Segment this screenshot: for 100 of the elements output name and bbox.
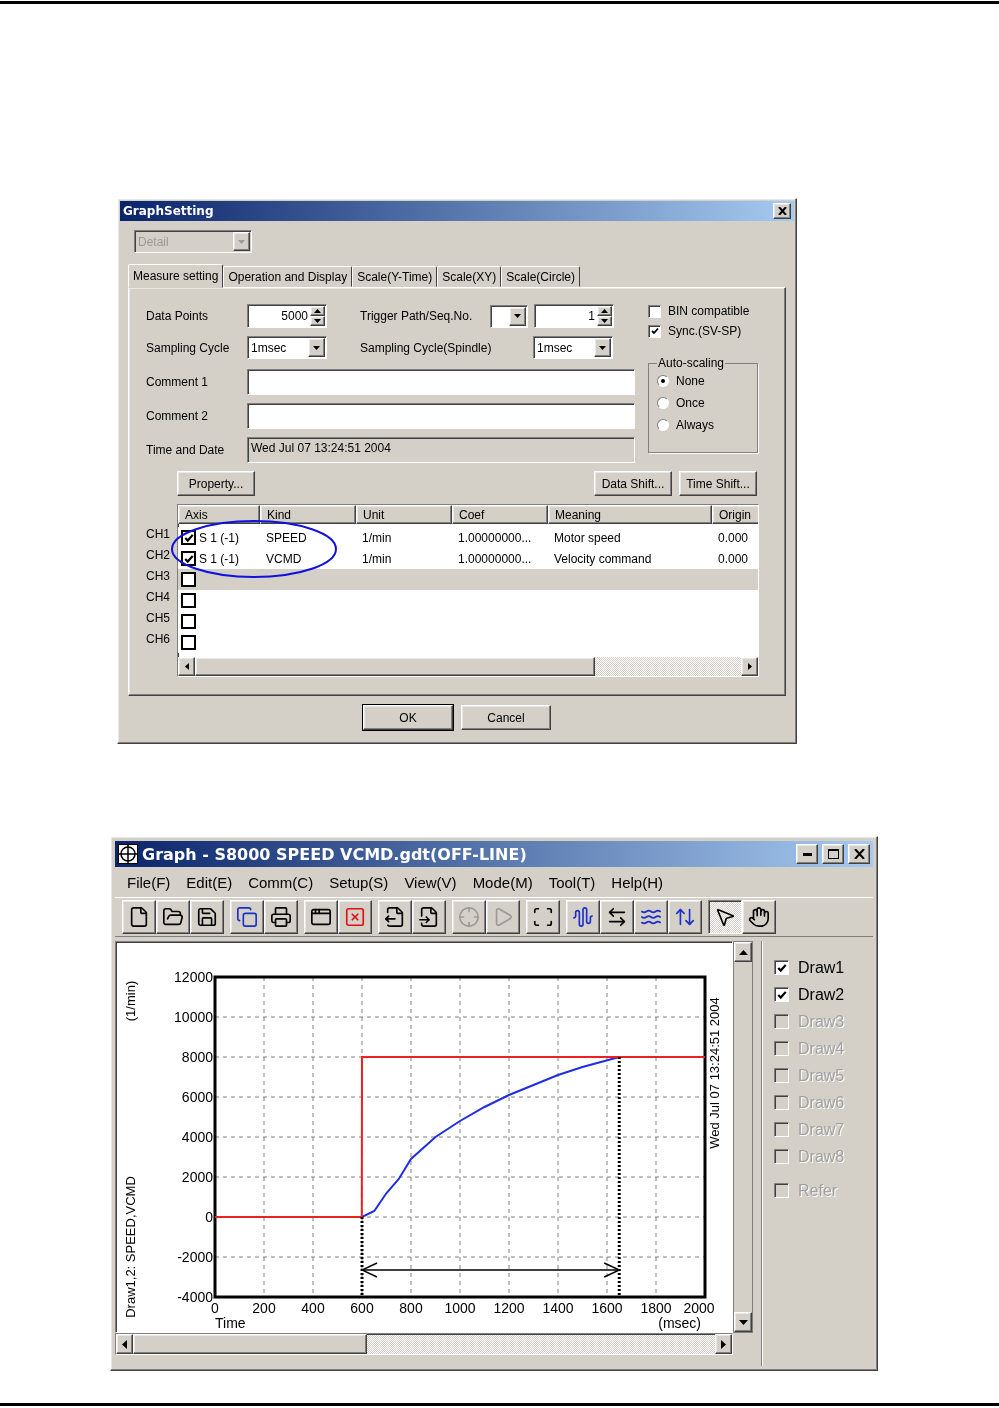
field-label: Sampling Cycle(Spindle) xyxy=(360,340,493,355)
window-title: Graph - S8000 SPEED VCMD.gdt(OFF-LINE) xyxy=(142,844,528,864)
down-arrow-icon xyxy=(599,345,606,350)
channel-label: CH1 xyxy=(146,525,171,543)
minimize-button[interactable] xyxy=(796,844,818,864)
x-tick-label: 1400 xyxy=(542,1300,574,1316)
column-header[interactable]: Origin xyxy=(712,505,758,524)
menu-item[interactable]: Tool(T) xyxy=(540,873,604,891)
menu-item[interactable]: Setup(S) xyxy=(321,873,397,891)
column-header[interactable]: Coef xyxy=(452,505,548,524)
y-axis-title: Draw1,2: SPEED,VCMD xyxy=(123,1176,138,1318)
field-label: Data Points xyxy=(146,309,210,323)
vertical-scrollbar[interactable] xyxy=(733,941,753,1333)
checkbox-label: BIN compatible xyxy=(668,304,750,318)
x-tick-label: 800 xyxy=(399,1300,423,1316)
field-label: Comment 2 xyxy=(146,409,210,423)
tab[interactable]: Scale(Y-Time) xyxy=(352,266,438,287)
table-cell-text: 0.000 xyxy=(717,530,750,545)
checkbox[interactable] xyxy=(181,614,196,629)
sequence-number-field[interactable]: 1 xyxy=(534,304,614,328)
comment-field[interactable] xyxy=(247,403,635,429)
wave-icon xyxy=(572,906,594,928)
table-cell-text: Motor speed xyxy=(553,530,622,545)
time-date-field[interactable]: Wed Jul 07 13:24:51 2004 xyxy=(247,437,635,463)
right-arrow-icon xyxy=(721,1339,726,1349)
checkbox[interactable] xyxy=(648,304,661,318)
menu-item[interactable]: Comm(C) xyxy=(240,873,322,891)
table-row[interactable] xyxy=(178,569,758,590)
pointer-icon xyxy=(714,906,736,928)
x-tick-label: 1200 xyxy=(493,1300,525,1316)
radio-button[interactable] xyxy=(657,419,669,431)
dialog-button[interactable]: OK xyxy=(363,705,453,730)
table-cell-text: Velocity command xyxy=(553,551,653,566)
menu-item[interactable]: Mode(M) xyxy=(464,873,541,891)
checkbox-label: Draw2 xyxy=(798,985,845,1004)
import-icon xyxy=(418,906,440,928)
tab[interactable]: Operation and Display xyxy=(223,266,353,287)
x-axis-title: Time xyxy=(215,1315,246,1331)
table-cell-text: 0.000 xyxy=(717,551,750,566)
column-header[interactable]: Unit xyxy=(356,505,452,524)
check-icon xyxy=(183,553,194,564)
shift-button[interactable]: Data Shift... xyxy=(594,471,672,496)
column-header[interactable]: Kind xyxy=(260,505,356,524)
export-icon xyxy=(384,906,406,928)
radio-button[interactable] xyxy=(657,397,669,409)
right-arrow-icon xyxy=(747,663,752,670)
save-icon xyxy=(196,906,218,928)
checkbox[interactable] xyxy=(648,324,661,338)
dialog-button[interactable]: Cancel xyxy=(461,705,551,730)
window-title: GraphSetting xyxy=(123,204,215,218)
printer-icon xyxy=(270,906,292,928)
table-cell-text: 1.00000000... xyxy=(457,530,533,545)
down-arrow-icon xyxy=(314,319,321,323)
table-cell-text: 1/min xyxy=(361,530,393,545)
menu-item[interactable]: Edit(E) xyxy=(178,873,241,891)
down-arrow-icon xyxy=(313,345,320,350)
channel-label: CH5 xyxy=(146,609,171,627)
minimize-icon xyxy=(802,852,812,856)
close-button[interactable] xyxy=(848,844,870,864)
y-tick-label: 8000 xyxy=(181,1049,213,1065)
left-arrow-icon xyxy=(122,1339,127,1349)
checkbox[interactable] xyxy=(181,572,196,587)
channel-label: CH2 xyxy=(146,546,171,564)
sampling-cycle-dropdown[interactable]: 1msec xyxy=(247,336,327,359)
comment-field[interactable] xyxy=(247,369,635,395)
column-header[interactable]: Axis xyxy=(178,505,260,524)
table-cell: S 1 (-1) xyxy=(199,551,239,566)
shift-button[interactable]: Time Shift... xyxy=(679,471,757,496)
up-arrow-icon xyxy=(314,309,321,313)
check-icon xyxy=(183,532,194,543)
menu-item[interactable]: View(V) xyxy=(396,873,465,891)
table-cell-text: 1.00000000... xyxy=(457,551,533,566)
checkbox[interactable] xyxy=(181,635,196,650)
x-tick-label: 1800 xyxy=(640,1300,672,1316)
folder-icon xyxy=(162,906,184,928)
x-tick-label: 200 xyxy=(252,1300,276,1316)
frame-icon xyxy=(532,906,554,928)
property-button[interactable]: Property... xyxy=(177,471,255,496)
maximize-button[interactable] xyxy=(822,844,844,864)
column-header[interactable]: Meaning xyxy=(548,505,712,524)
menu-item[interactable]: File(F) xyxy=(119,873,179,891)
data-points-field[interactable]: 5000 xyxy=(247,304,327,328)
checkbox[interactable] xyxy=(181,593,196,608)
spindle-cycle-dropdown[interactable]: 1msec xyxy=(533,336,613,359)
y-tick-label: 2000 xyxy=(181,1169,213,1185)
trigger-path-dropdown[interactable] xyxy=(490,304,528,328)
tab[interactable]: Scale(XY) xyxy=(437,266,502,287)
tab[interactable]: Scale(Circle) xyxy=(501,266,580,287)
horizontal-scrollbar[interactable] xyxy=(115,1333,733,1355)
close-button[interactable] xyxy=(773,203,791,219)
copy-icon xyxy=(236,906,258,928)
toolbar-button[interactable] xyxy=(708,900,742,934)
group-title: Auto-scaling xyxy=(657,356,726,370)
menu-item[interactable]: Help(H) xyxy=(603,873,671,891)
tab[interactable]: Measure setting xyxy=(128,264,224,288)
checkbox[interactable] xyxy=(774,987,789,1002)
horizontal-scrollbar[interactable] xyxy=(178,657,758,676)
radio-button[interactable] xyxy=(657,375,669,387)
checkbox[interactable] xyxy=(774,960,789,975)
radio-label: Always xyxy=(676,418,714,432)
